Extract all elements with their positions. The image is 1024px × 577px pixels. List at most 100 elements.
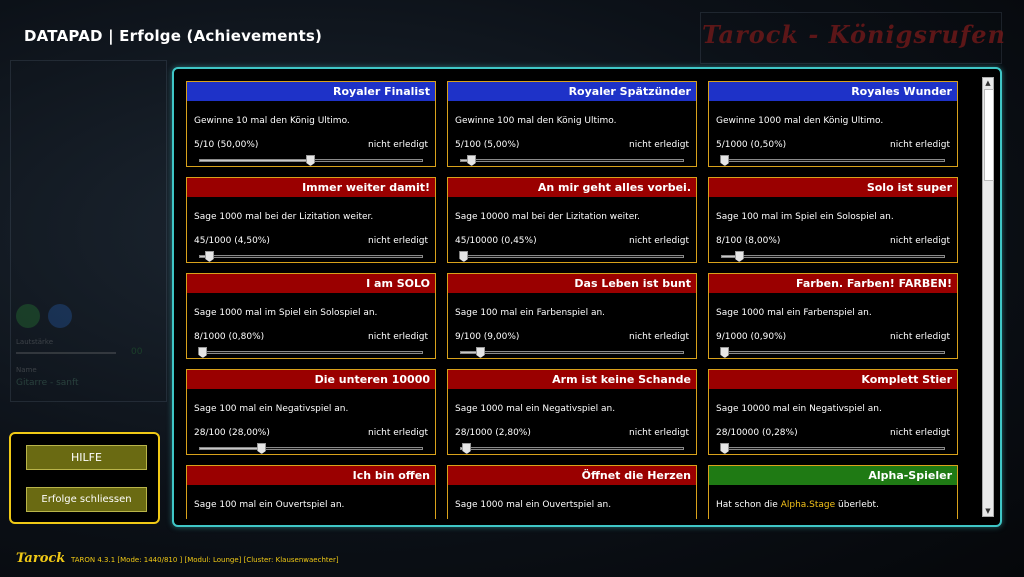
progress-slider (460, 347, 684, 358)
highlight-text: Alpha.Stage (780, 500, 836, 510)
progress-thumb (467, 155, 477, 166)
achievement-status: nicht erledigt (890, 428, 950, 438)
achievement-status: nicht erledigt (368, 140, 428, 150)
achievement-progress: 8/100 (8,00%) (716, 236, 781, 246)
arrow-up-icon[interactable]: ▲ (983, 78, 993, 88)
achievement-progress: 45/10000 (0,45%) (455, 236, 537, 246)
progress-thumb (720, 155, 730, 166)
progress-slider (199, 251, 423, 262)
achievement-title: Royaler Finalist (187, 82, 435, 101)
progress-thumb (257, 443, 267, 454)
achievement-progress: 5/100 (5,00%) (455, 140, 520, 150)
achievement-status: nicht erledigt (629, 428, 689, 438)
progress-slider (460, 443, 684, 454)
achievement-progress: 28/10000 (0,28%) (716, 428, 798, 438)
achievement-description: Gewinne 10 mal den König Ultimo. (194, 116, 350, 126)
progress-slider (720, 443, 945, 454)
achievement-description: Sage 1000 mal ein Negativspiel an. (455, 404, 616, 414)
achievement-description: Sage 100 mal ein Farbenspiel an. (455, 308, 606, 318)
achievement-card: Komplett Stier Sage 10000 mal ein Negativ… (708, 369, 958, 455)
achievement-card: I am SOLO Sage 1000 mal im Spiel ein Solo… (186, 273, 436, 359)
volume-value: 00 (131, 347, 143, 357)
achievement-card: Royaler Spätzünder Gewinne 100 mal den Kö… (447, 81, 697, 167)
achievement-description: Hat schon die Alpha.Stage überlebt. (716, 500, 879, 510)
progress-slider (460, 155, 684, 166)
achievement-progress: 5/10 (50,00%) (194, 140, 259, 150)
achievement-description: Sage 100 mal ein Negativspiel an. (194, 404, 349, 414)
achievement-description: Gewinne 100 mal den König Ultimo. (455, 116, 617, 126)
progress-thumb (462, 443, 472, 454)
name-label: Name (16, 366, 37, 374)
achievement-description: Sage 10000 mal bei der Lizitation weiter… (455, 212, 640, 222)
achievement-description: Sage 100 mal im Spiel ein Solospiel an. (716, 212, 894, 222)
achievement-description: Sage 1000 mal ein Ouvertspiel an. (455, 500, 612, 510)
achievement-status: nicht erledigt (368, 332, 428, 342)
page-title: DATAPAD | Erfolge (Achievements) (24, 27, 323, 45)
achievement-title: Das Leben ist bunt (448, 274, 696, 293)
achievement-title: Alpha-Spieler (709, 466, 957, 485)
achievement-title: Ich bin offen (187, 466, 435, 485)
progress-thumb (734, 251, 744, 262)
achievement-status: nicht erledigt (890, 332, 950, 342)
help-button[interactable]: HILFE (26, 445, 147, 470)
achievement-title: Die unteren 10000 (187, 370, 435, 389)
achievement-status: nicht erledigt (368, 428, 428, 438)
achievement-description: Sage 100 mal ein Ouvertspiel an. (194, 500, 345, 510)
volume-slider (16, 352, 116, 354)
footer-info: TARON 4.3.1 [Mode: 1440/810 ] [Modul: Lo… (71, 556, 339, 564)
next-icon (48, 304, 72, 328)
achievement-title: Solo ist super (709, 178, 957, 197)
achievement-card: An mir geht alles vorbei. Sage 10000 mal … (447, 177, 697, 263)
progress-thumb (459, 251, 469, 262)
achievement-card: Alpha-Spieler Hat schon die Alpha.Stage ü… (708, 465, 958, 519)
achievement-title: Farben. Farben! FARBEN! (709, 274, 957, 293)
achievement-description: Sage 10000 mal ein Negativspiel an. (716, 404, 882, 414)
scroll-thumb[interactable] (984, 89, 994, 181)
achievement-progress: 8/1000 (0,80%) (194, 332, 265, 342)
achievement-status: nicht erledigt (890, 140, 950, 150)
achievement-card: Solo ist super Sage 100 mal im Spiel ein … (708, 177, 958, 263)
progress-thumb (720, 443, 730, 454)
progress-thumb (204, 251, 214, 262)
achievement-card: Das Leben ist bunt Sage 100 mal ein Farbe… (447, 273, 697, 359)
achievements-grid[interactable]: Royaler Finalist Gewinne 10 mal den König… (186, 81, 966, 519)
progress-slider (198, 347, 423, 358)
achievement-progress: 28/100 (28,00%) (194, 428, 270, 438)
progress-thumb (720, 347, 730, 358)
progress-slider (199, 155, 423, 166)
achievement-card: Öffnet die Herzen Sage 1000 mal ein Ouver… (447, 465, 697, 519)
volume-label: Lautstärke (16, 338, 54, 346)
achievement-card: Die unteren 10000 Sage 100 mal ein Negati… (186, 369, 436, 455)
achievement-card: Royales Wunder Gewinne 1000 mal den König… (708, 81, 958, 167)
footer-logo: Tarock (16, 551, 66, 566)
achievement-card: Royaler Finalist Gewinne 10 mal den König… (186, 81, 436, 167)
progress-slider (720, 155, 945, 166)
action-panel: HILFE Erfolge schliessen (9, 432, 160, 524)
achievements-panel: Royaler Finalist Gewinne 10 mal den König… (172, 67, 1002, 527)
close-achievements-button[interactable]: Erfolge schliessen (26, 487, 147, 512)
achievement-title: Royaler Spätzünder (448, 82, 696, 101)
progress-slider (459, 251, 684, 262)
achievement-description: Sage 1000 mal ein Farbenspiel an. (716, 308, 872, 318)
progress-slider (199, 443, 423, 454)
achievement-title: An mir geht alles vorbei. (448, 178, 696, 197)
progress-thumb (306, 155, 315, 166)
achievement-title: Arm ist keine Schande (448, 370, 696, 389)
achievement-status: nicht erledigt (629, 140, 689, 150)
progress-slider (720, 347, 945, 358)
arrow-down-icon[interactable]: ▼ (983, 506, 993, 516)
achievement-description: Sage 1000 mal im Spiel ein Solospiel an. (194, 308, 378, 318)
achievement-progress: 45/1000 (4,50%) (194, 236, 270, 246)
scrollbar[interactable]: ▲ ▼ (982, 77, 994, 517)
achievement-status: nicht erledigt (890, 236, 950, 246)
name-value: Gitarre - sanft (16, 378, 79, 388)
achievement-title: I am SOLO (187, 274, 435, 293)
achievement-title: Komplett Stier (709, 370, 957, 389)
background-media-controls: Lautstärke 00 Name Gitarre - sanft (16, 304, 166, 394)
progress-fill (200, 448, 263, 449)
achievement-description: Gewinne 1000 mal den König Ultimo. (716, 116, 884, 126)
achievement-card: Farben. Farben! FARBEN! Sage 1000 mal ein… (708, 273, 958, 359)
achievement-card: Immer weiter damit! Sage 1000 mal bei der… (186, 177, 436, 263)
achievement-card: Arm ist keine Schande Sage 1000 mal ein N… (447, 369, 697, 455)
achievement-title: Royales Wunder (709, 82, 957, 101)
